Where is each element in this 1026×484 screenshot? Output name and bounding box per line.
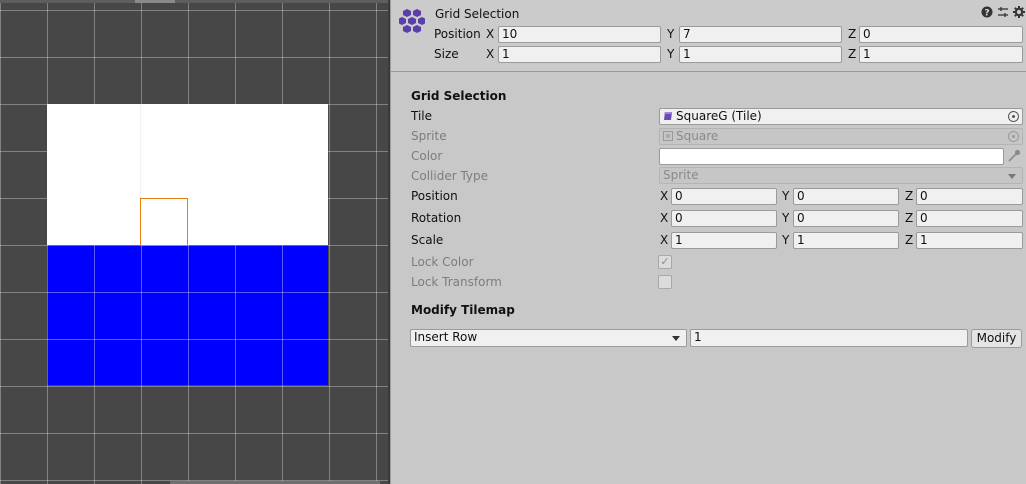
collider-type-dropdown: Sprite [659,167,1023,184]
axis-z-label: Z [905,211,914,225]
inspector-panel: Grid Selection ? Position X 10 Y 7 Z 0 S… [390,0,1026,484]
object-picker-icon [1008,131,1019,142]
scene-top-strip [0,0,390,3]
lock-transform-checkbox[interactable] [658,275,672,289]
axis-y-label: Y [667,27,675,41]
modify-button[interactable]: Modify [971,329,1022,348]
position-label: Position [411,189,458,203]
lock-color-label: Lock Color [411,255,474,269]
help-icon[interactable]: ? [981,6,993,18]
header-position-x-field[interactable]: 10 [498,26,661,43]
chevron-down-icon [672,336,680,341]
modify-operation-dropdown[interactable]: Insert Row [410,329,687,347]
tile-object-field[interactable]: SquareG (Tile) [659,108,1023,125]
header-position-z-field[interactable]: 0 [859,26,1023,43]
header-tools: ? [981,6,1025,18]
scale-z-field[interactable]: 1 [916,232,1023,249]
axis-z-label: Z [848,27,857,41]
scene-tab-indicator [135,0,175,3]
axis-y-label: Y [667,47,675,61]
presets-icon[interactable] [997,6,1009,18]
axis-z-label: Z [848,47,857,61]
tile-label: Tile [411,109,433,123]
chevron-down-icon [1008,174,1016,179]
scene-view[interactable] [0,0,390,484]
axis-y-label: Y [782,211,790,225]
lock-transform-label: Lock Transform [411,275,502,289]
header-size-z-field[interactable]: 1 [859,46,1023,63]
grid-selection-box[interactable] [140,198,188,246]
collider-type-label: Collider Type [411,169,489,183]
axis-x-label: X [486,27,495,41]
axis-x-label: X [660,189,669,203]
lock-color-checkbox[interactable]: ✓ [658,255,672,269]
color-label: Color [411,149,443,163]
modify-operation-value: Insert Row [414,330,478,344]
sprite-asset-icon [663,131,673,141]
sprite-value: Square [676,129,719,143]
position-z-field[interactable]: 0 [916,188,1023,205]
axis-z-label: Z [905,189,914,203]
scale-label: Scale [411,233,444,247]
rotation-x-field[interactable]: 0 [671,210,777,227]
header-size-y-field[interactable]: 1 [679,46,842,63]
axis-x-label: X [660,211,669,225]
eyedropper-icon[interactable] [1006,148,1022,164]
axis-x-label: X [660,233,669,247]
sprite-label: Sprite [411,129,447,143]
blue-tile-region[interactable] [47,245,328,385]
gear-icon[interactable] [1013,6,1025,18]
color-swatch-field[interactable] [659,148,1004,165]
header-title: Grid Selection [435,7,520,21]
modify-tilemap-section-title: Modify Tilemap [411,303,515,317]
inspector-header: Grid Selection ? Position X 10 Y 7 Z 0 S… [391,0,1026,72]
tile-value: SquareG (Tile) [676,109,762,123]
collider-type-value: Sprite [663,168,699,182]
header-size-label: Size [434,47,459,61]
rotation-y-field[interactable]: 0 [793,210,899,227]
svg-text:?: ? [984,8,989,18]
axis-y-label: Y [782,189,790,203]
header-size-x-field[interactable]: 1 [498,46,661,63]
rotation-label: Rotation [411,211,462,225]
rotation-z-field[interactable]: 0 [916,210,1023,227]
position-y-field[interactable]: 0 [793,188,899,205]
sprite-object-field: Square [659,128,1023,145]
header-position-y-field[interactable]: 7 [679,26,842,43]
scale-y-field[interactable]: 1 [793,232,899,249]
modify-count-field[interactable]: 1 [690,329,968,347]
scale-x-field[interactable]: 1 [671,232,777,249]
tilemap-hex-icon [399,9,425,33]
tile-asset-icon [664,112,672,120]
axis-z-label: Z [905,233,914,247]
axis-x-label: X [486,47,495,61]
grid-selection-section-title: Grid Selection [411,89,507,103]
header-position-label: Position [434,27,481,41]
position-x-field[interactable]: 0 [671,188,777,205]
axis-y-label: Y [782,233,790,247]
object-picker-icon[interactable] [1008,111,1019,122]
